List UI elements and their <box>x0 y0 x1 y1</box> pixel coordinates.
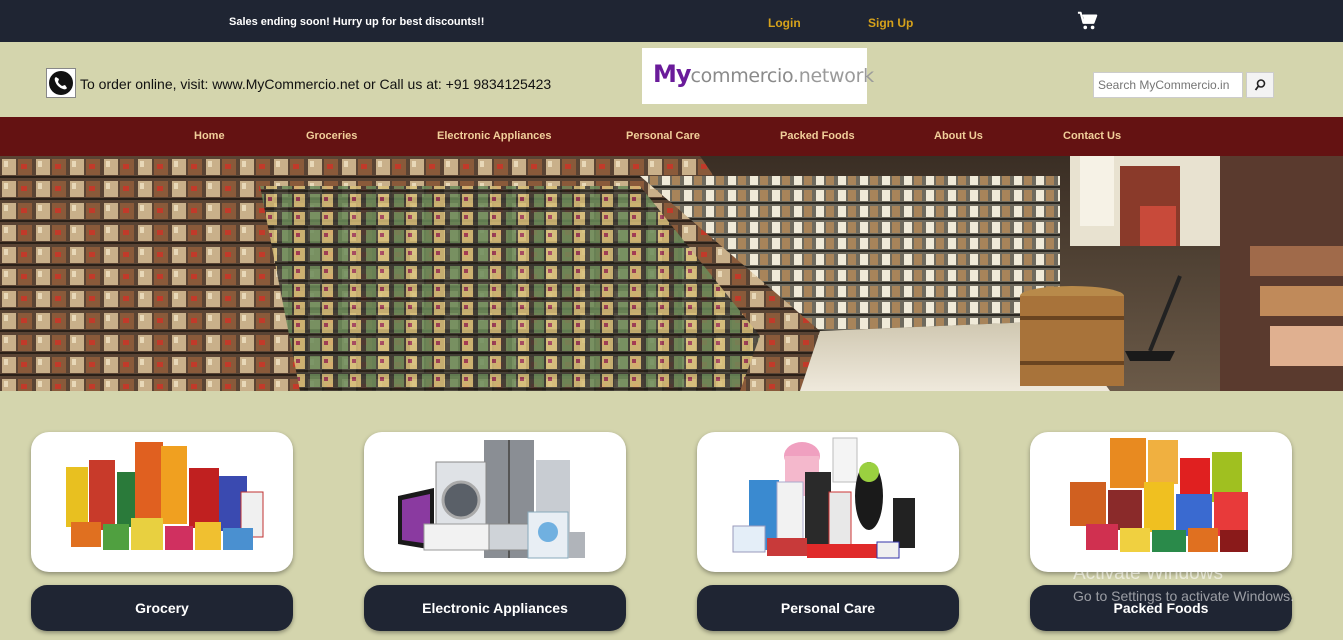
contact-info: To order online, visit: www.MyCommercio.… <box>80 76 552 92</box>
nav-packed-foods[interactable]: Packed Foods <box>780 130 855 142</box>
hero-banner-image <box>0 156 1343 391</box>
packed-foods-image[interactable] <box>1030 432 1292 572</box>
logo-commercio: commercio <box>690 65 794 87</box>
grocery-button[interactable]: Grocery <box>31 585 293 631</box>
nav-personal-care[interactable]: Personal Care <box>626 130 700 142</box>
nav-about-us[interactable]: About Us <box>934 130 983 142</box>
personal-care-image[interactable] <box>697 432 959 572</box>
nav-electronic-appliances[interactable]: Electronic Appliances <box>437 130 552 142</box>
activate-windows-watermark-title: Activate Windows <box>1073 563 1223 584</box>
logo-network: .network <box>793 65 874 87</box>
shopping-cart-icon[interactable] <box>1077 10 1099 32</box>
search-input[interactable] <box>1093 72 1243 98</box>
nav-home[interactable]: Home <box>194 130 225 142</box>
electronic-appliances-image[interactable] <box>364 432 626 572</box>
header: To order online, visit: www.MyCommercio.… <box>0 42 1343 117</box>
logo-my: My <box>653 60 692 88</box>
search-icon <box>1254 79 1266 91</box>
search-button[interactable] <box>1246 72 1274 98</box>
electronic-appliances-button[interactable]: Electronic Appliances <box>364 585 626 631</box>
personal-care-button[interactable]: Personal Care <box>697 585 959 631</box>
nav-groceries[interactable]: Groceries <box>306 130 357 142</box>
signup-link[interactable]: Sign Up <box>868 16 913 30</box>
nav-contact-us[interactable]: Contact Us <box>1063 130 1121 142</box>
phone-icon <box>46 68 76 98</box>
login-link[interactable]: Login <box>768 16 801 30</box>
main-nav: Home Groceries Electronic Appliances Per… <box>0 117 1343 156</box>
grocery-image[interactable] <box>31 432 293 572</box>
activate-windows-watermark-subtitle: Go to Settings to activate Windows. <box>1073 588 1294 604</box>
top-bar: Sales ending soon! Hurry up for best dis… <box>0 0 1343 42</box>
site-logo[interactable]: Mycommercio.network <box>642 48 874 104</box>
promo-banner-text: Sales ending soon! Hurry up for best dis… <box>229 16 485 28</box>
